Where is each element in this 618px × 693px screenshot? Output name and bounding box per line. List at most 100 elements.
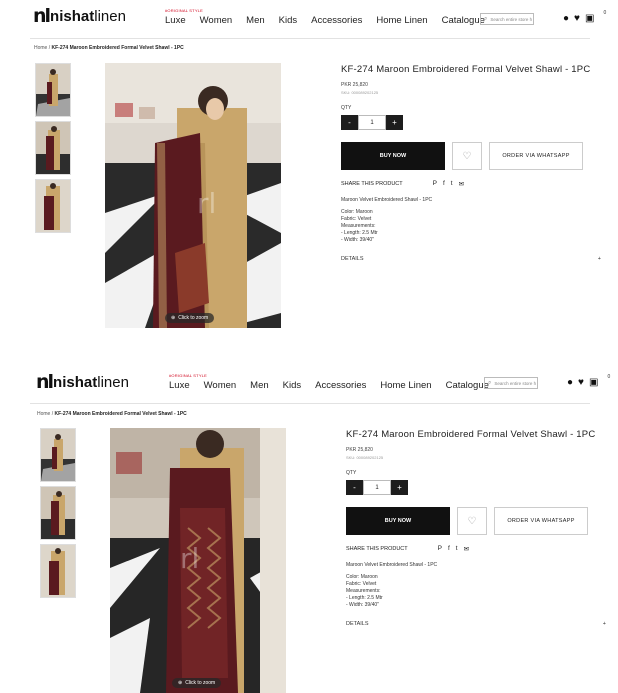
desc-length: - Length: 2.5 Mtr xyxy=(346,595,383,601)
nav-item-kids[interactable]: Kids xyxy=(279,15,297,26)
nav-item-luxe[interactable]: #ORIGINAL STYLE Luxe xyxy=(169,373,207,391)
nav-item-luxe[interactable]: #ORIGINAL STYLE Luxe xyxy=(165,8,203,26)
desc-measurements: Measurements: xyxy=(346,588,381,594)
nav-label: Home Linen xyxy=(376,15,428,26)
bag-icon[interactable]: ▣ 0 xyxy=(589,374,610,388)
breadcrumb-home-link[interactable]: Home xyxy=(34,45,47,51)
desc-width: - Width: 39/40" xyxy=(346,602,379,608)
nav-item-men[interactable]: Men xyxy=(250,380,268,391)
buy-now-button[interactable]: BUY NOW xyxy=(346,507,450,535)
logo-text-light: linen xyxy=(97,373,129,391)
zoom-button[interactable]: ⊕ Click to zoom xyxy=(165,313,215,323)
details-label: DETAILS xyxy=(346,621,369,627)
svg-text:rl: rl xyxy=(197,187,216,220)
order-whatsapp-button[interactable]: ORDER VIA WHATSAPP xyxy=(489,142,583,170)
breadcrumb-separator: / xyxy=(48,45,51,51)
nav-label: Men xyxy=(250,380,269,391)
facebook-icon[interactable]: f xyxy=(448,545,450,553)
product-photo: rl xyxy=(105,63,281,328)
plus-icon: + xyxy=(602,621,606,627)
nav-label: Kids xyxy=(282,380,302,391)
product-thumbnail-1[interactable] xyxy=(40,428,76,482)
desc-name: Maroon Velvet Embroidered Shawl - 1PC xyxy=(341,197,433,203)
breadcrumb: Home / KF-274 Maroon Embroidered Formal … xyxy=(34,45,184,51)
twitter-icon[interactable]: t xyxy=(456,545,458,553)
add-to-wishlist-button[interactable]: ♡ xyxy=(457,507,487,535)
bag-icon[interactable]: ▣ 0 xyxy=(585,10,606,24)
site-logo[interactable]: nl nishat linen xyxy=(36,371,129,393)
nav-item-home-linen[interactable]: Home Linen xyxy=(376,15,427,26)
thumbnail-image xyxy=(36,180,70,232)
site-logo[interactable]: nl nishat linen xyxy=(33,5,126,27)
qty-increase-button[interactable]: + xyxy=(386,115,403,130)
search-placeholder: Search entire store h xyxy=(494,380,537,386)
nav-label: Women xyxy=(203,380,237,391)
breadcrumb-home-link[interactable]: Home xyxy=(37,411,50,417)
pinterest-icon[interactable]: P xyxy=(433,180,437,188)
details-accordion[interactable]: DETAILS + xyxy=(346,621,606,627)
qty-input[interactable]: 1 xyxy=(358,115,386,130)
share-icons: P f t ✉ xyxy=(438,545,475,553)
logo-text-bold: nishat xyxy=(53,373,98,391)
desc-fabric: Fabric: Velvet xyxy=(341,216,372,222)
quantity-stepper: - 1 + xyxy=(341,115,601,130)
nav-item-catalogue[interactable]: Catalogue xyxy=(442,15,485,26)
nav-item-men[interactable]: Men xyxy=(246,15,264,26)
add-to-wishlist-button[interactable]: ♡ xyxy=(452,142,482,170)
qty-input[interactable]: 1 xyxy=(363,480,391,495)
product-thumbnail-3[interactable] xyxy=(40,544,76,598)
breadcrumb-separator: / xyxy=(51,411,54,417)
qty-decrease-button[interactable]: - xyxy=(341,115,358,130)
twitter-icon[interactable]: t xyxy=(451,180,453,188)
breadcrumb-current: KF-274 Maroon Embroidered Formal Velvet … xyxy=(54,411,187,417)
qty-label: QTY xyxy=(346,470,357,476)
product-thumbnail-3[interactable] xyxy=(35,179,71,233)
product-info: KF-274 Maroon Embroidered Formal Velvet … xyxy=(341,64,601,262)
nav-item-catalogue[interactable]: Catalogue xyxy=(446,380,489,391)
thumbnail-image xyxy=(41,429,75,481)
logo-mark: nl xyxy=(33,5,51,27)
zoom-button[interactable]: ⊕ Click to zoom xyxy=(172,678,222,688)
desc-length: - Length: 2.5 Mtr xyxy=(341,230,378,236)
share-label: SHARE THIS PRODUCT xyxy=(341,181,403,187)
user-icon[interactable]: ● xyxy=(567,377,573,388)
nav-item-accessories[interactable]: Accessories xyxy=(311,15,362,26)
nav-label: Luxe xyxy=(169,380,190,391)
header-icons: ● ♥ ▣ 0 xyxy=(558,10,606,24)
mail-icon[interactable]: ✉ xyxy=(464,545,469,553)
nav-item-kids[interactable]: Kids xyxy=(283,380,301,391)
breadcrumb: Home / KF-274 Maroon Embroidered Formal … xyxy=(37,411,187,417)
main-nav: #ORIGINAL STYLE Luxe Women Men Kids Acce… xyxy=(165,8,499,26)
user-icon[interactable]: ● xyxy=(563,13,569,24)
qty-increase-button[interactable]: + xyxy=(391,480,408,495)
product-thumbnail-2[interactable] xyxy=(40,486,76,540)
logo-mark: nl xyxy=(36,371,54,393)
nav-label: Luxe xyxy=(165,15,186,26)
nav-label: Kids xyxy=(278,15,298,26)
search-input[interactable]: ⌕ Search entire store h xyxy=(484,377,538,389)
product-thumbnail-1[interactable] xyxy=(35,63,71,117)
plus-icon: + xyxy=(597,256,601,262)
nav-item-accessories[interactable]: Accessories xyxy=(315,380,366,391)
details-accordion[interactable]: DETAILS + xyxy=(341,256,601,262)
search-input[interactable]: ⌕ Search entire store h xyxy=(480,13,534,25)
order-whatsapp-button[interactable]: ORDER VIA WHATSAPP xyxy=(494,507,588,535)
pinterest-icon[interactable]: P xyxy=(438,545,442,553)
product-main-image[interactable]: rl ⊕ Click to zoom xyxy=(105,63,281,328)
facebook-icon[interactable]: f xyxy=(443,180,445,188)
product-actions: BUY NOW ♡ ORDER VIA WHATSAPP xyxy=(346,507,606,535)
product-main-image[interactable]: rl ⊕ Click to zoom xyxy=(110,428,286,693)
qty-decrease-button[interactable]: - xyxy=(346,480,363,495)
nav-item-women[interactable]: Women xyxy=(200,15,233,26)
nav-item-home-linen[interactable]: Home Linen xyxy=(380,380,431,391)
logo-text-bold: nishat xyxy=(50,7,95,25)
mail-icon[interactable]: ✉ xyxy=(459,180,464,188)
thumbnail-image xyxy=(41,487,75,539)
nav-item-women[interactable]: Women xyxy=(204,380,237,391)
product-thumbnail-2[interactable] xyxy=(35,121,71,175)
heart-icon[interactable]: ♥ xyxy=(578,377,584,388)
product-sku: SKU: 000089202125 xyxy=(341,90,379,95)
buy-now-button[interactable]: BUY NOW xyxy=(341,142,445,170)
heart-icon[interactable]: ♥ xyxy=(574,13,580,24)
thumbnail-image xyxy=(41,545,75,597)
